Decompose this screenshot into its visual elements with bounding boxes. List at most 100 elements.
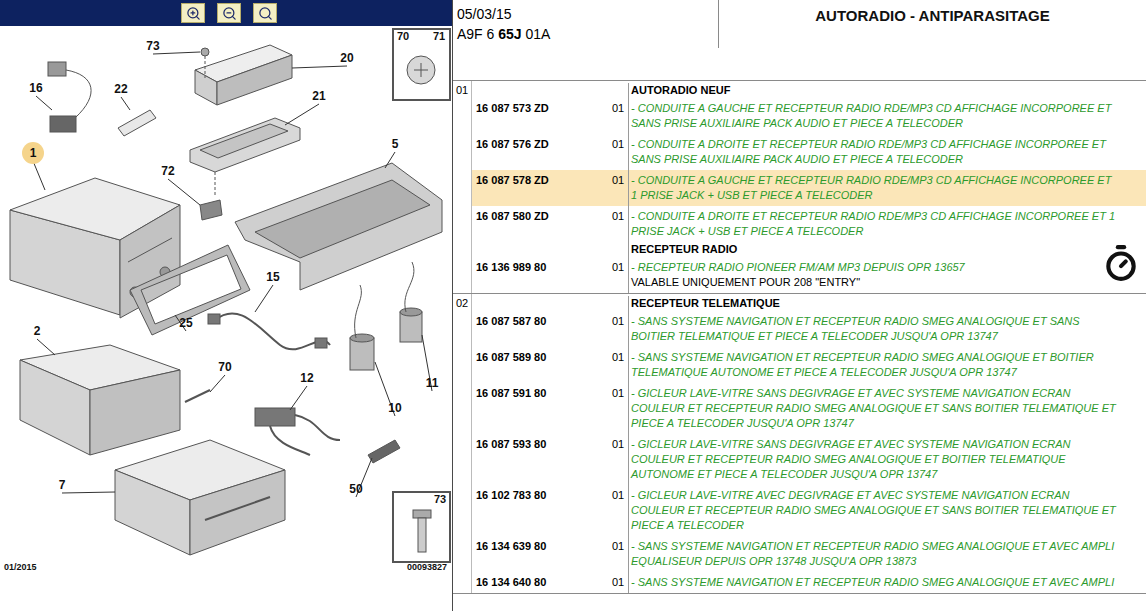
callout-label: 10	[388, 401, 402, 415]
callout[interactable]: 70	[210, 360, 232, 392]
callout-label: 50	[349, 482, 363, 496]
part-description: - GICLEUR LAVE-VITRE SANS DEGIVRAGE ET A…	[631, 386, 1116, 431]
callout-label: 73	[146, 39, 160, 53]
callout-label: 2	[34, 324, 41, 338]
catalog-window: 73 20 16 22 21 1 72 5 15 25 2 70 12 11 10 7 50 70 71 73 01/2…	[0, 0, 1146, 611]
quantity: 01	[612, 257, 629, 293]
quantity: 01	[612, 485, 629, 536]
screw-73-icon	[201, 48, 209, 56]
stopwatch-icon[interactable]	[1102, 244, 1140, 282]
part-row[interactable]: 16 136 989 8001- RECEPTEUR RADIO PIONEER…	[472, 257, 1146, 293]
parts-pane: 05/03/15A9F 6 65J 01AAUTORADIO - ANTIPAR…	[453, 0, 1146, 611]
callout[interactable]: 25	[175, 315, 193, 331]
inset-bottom-box	[393, 492, 450, 562]
quantity: 01	[612, 134, 629, 170]
callout-label: 25	[179, 316, 193, 330]
callout-label: 16	[29, 81, 43, 95]
part-number: 16 087 593 80	[472, 434, 612, 485]
part-number: 16 087 576 ZD	[472, 134, 612, 170]
callout[interactable]: 20	[292, 51, 354, 68]
zoom-out-button[interactable]	[217, 3, 241, 23]
part-row[interactable]: 16 087 573 ZD01- CONDUITE A GAUCHE ET RE…	[472, 98, 1146, 134]
part-number: 16 087 573 ZD	[472, 98, 612, 134]
harness-12-icon	[255, 408, 295, 426]
socket-10-icon	[350, 338, 374, 370]
callout[interactable]: 10	[375, 362, 402, 416]
part-72-icon	[200, 200, 222, 220]
callout-label: 12	[300, 371, 314, 385]
part-description: - SANS SYSTEME NAVIGATION ET RECEPTEUR R…	[631, 314, 1080, 344]
inset-label: 70	[397, 30, 409, 42]
callout[interactable]: 73	[146, 39, 200, 54]
part-description: - CONDUITE A DROITE ET RECEPTEUR RADIO R…	[631, 209, 1115, 239]
page-title: AUTORADIO - ANTIPARASITAGE	[815, 5, 1049, 48]
part-description: - CONDUITE A GAUCHE ET RECEPTEUR RADIO R…	[631, 173, 1111, 203]
callout-label: 5	[392, 137, 399, 151]
part-description: - CONDUITE A GAUCHE ET RECEPTEUR RADIO R…	[631, 101, 1111, 131]
part-description: - SANS SYSTEME NAVIGATION ET RECEPTEUR R…	[631, 539, 1114, 569]
callout[interactable]: 16	[29, 81, 52, 110]
quantity: 01	[612, 98, 629, 134]
diagram-pane: 73 20 16 22 21 1 72 5 15 25 2 70 12 11 10 7 50 70 71 73 01/2…	[0, 0, 453, 611]
part-row[interactable]: 16 087 591 8001- GICLEUR LAVE-VITRE SANS…	[472, 383, 1146, 434]
callout[interactable]: 15	[255, 270, 280, 312]
part-row[interactable]: 16 087 576 ZD01- CONDUITE A DROITE ET RE…	[472, 134, 1146, 170]
part-number: 16 087 580 ZD	[472, 206, 612, 242]
part-number: 16 134 639 80	[472, 536, 612, 572]
group-number: 01	[453, 81, 472, 293]
quantity: 01	[612, 311, 629, 347]
quantity: 01	[612, 206, 629, 242]
part-number: 16 134 640 80	[472, 572, 612, 593]
screw-70-icon	[185, 390, 210, 402]
callout[interactable]: 21	[285, 89, 326, 125]
callout[interactable]: 12	[290, 371, 314, 410]
part-row[interactable]: 16 087 593 8001- GICLEUR LAVE-VITRE SANS…	[472, 434, 1146, 485]
callout[interactable]: 50	[349, 458, 372, 497]
callout-label: 70	[218, 360, 232, 374]
magnifier-icon	[186, 6, 201, 21]
callout[interactable]: 2	[34, 324, 55, 355]
part-16-icon	[48, 62, 66, 76]
quantity: 01	[612, 536, 629, 572]
footer-date: 01/2015	[4, 562, 37, 572]
zoom-in-button[interactable]	[181, 3, 205, 23]
part-description: - CONDUITE A DROITE ET RECEPTEUR RADIO R…	[631, 137, 1106, 167]
part-row[interactable]: 16 087 578 ZD01- CONDUITE A GAUCHE ET RE…	[472, 170, 1146, 206]
part-number: 16 087 578 ZD	[472, 170, 612, 206]
callout[interactable]: 11	[422, 335, 439, 391]
part-number: 16 102 783 80	[472, 485, 612, 536]
callout-label: 11	[426, 376, 439, 390]
part-row[interactable]: 16 087 589 8001- SANS SYSTEME NAVIGATION…	[472, 347, 1146, 383]
inset-label: 71	[433, 30, 445, 42]
callout[interactable]: 72	[161, 164, 200, 205]
callout[interactable]: 22	[114, 82, 130, 110]
magnifier-icon	[258, 6, 273, 21]
quantity: 01	[612, 347, 629, 383]
part-row[interactable]: 16 087 587 8001- SANS SYSTEME NAVIGATION…	[472, 311, 1146, 347]
usb-stick-icon	[368, 440, 400, 463]
quantity: 01	[612, 383, 629, 434]
callout[interactable]: 1	[22, 142, 45, 190]
part-row[interactable]: 16 087 580 ZD01- CONDUITE A DROITE ET RE…	[472, 206, 1146, 242]
callout-label: 7	[59, 478, 66, 492]
part-description: - SANS SYSTEME NAVIGATION ET RECEPTEUR R…	[631, 350, 1094, 380]
callout[interactable]: 7	[59, 478, 115, 493]
inset-label: 73	[434, 493, 446, 505]
parts-table: 01AUTORADIO NEUF16 087 573 ZD01- CONDUIT…	[453, 81, 1146, 611]
magnifier-icon	[222, 6, 237, 21]
part-description: - GICLEUR LAVE-VITRE SANS DEGIVRAGE ET A…	[631, 437, 1071, 482]
zoom-fit-button[interactable]	[253, 3, 277, 23]
parts-drawing: 73 20 16 22 21 1 72 5 15 25 2 70 12 11 10 7 50 70 71 73 01/2…	[0, 26, 452, 611]
parts-group: 02RECEPTEUR TELEMATIQUE16 087 587 8001- …	[453, 294, 1146, 594]
callout-label: 21	[312, 89, 326, 103]
part-22-icon	[118, 110, 156, 136]
callout-label: 72	[161, 164, 175, 178]
footer-ref: 00093827	[407, 562, 447, 572]
callout-label: 22	[114, 82, 128, 96]
callout[interactable]: 5	[385, 137, 399, 168]
inset-top-box	[393, 29, 450, 100]
part-row[interactable]: 16 134 640 8001- SANS SYSTEME NAVIGATION…	[472, 572, 1146, 593]
part-row[interactable]: 16 102 783 8001- GICLEUR LAVE-VITRE AVEC…	[472, 485, 1146, 536]
part-21-icon	[190, 118, 300, 172]
part-row[interactable]: 16 134 639 8001- SANS SYSTEME NAVIGATION…	[472, 536, 1146, 572]
